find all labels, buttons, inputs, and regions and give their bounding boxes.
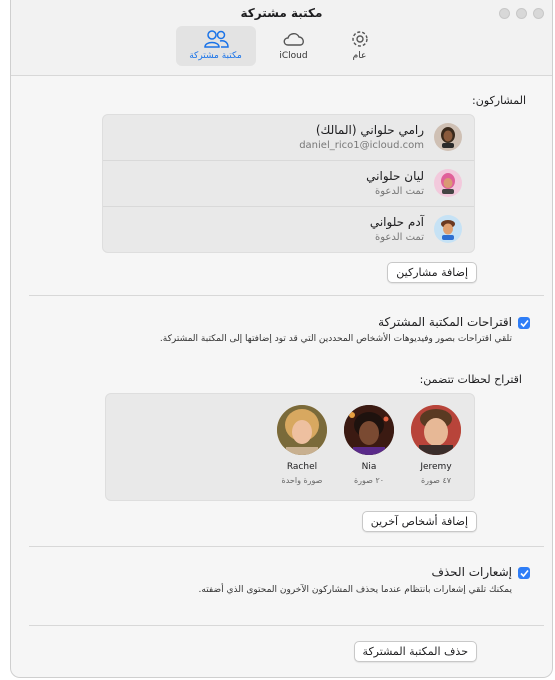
suggestions-description: تلقي اقتراحات بصور وفيديوهات الأشخاص الم…	[159, 334, 512, 344]
participants-list: رامي حلواني (المالك) daniel_rico1@icloud…	[102, 114, 475, 253]
participant-row[interactable]: آدم حلواني تمت الدعوة	[103, 207, 474, 252]
person-photo-count: ٤٧ صورة	[420, 476, 452, 485]
suggestions-label: اقتراحات المكتبة المشتركة	[378, 315, 512, 329]
shared-library-pane: المشاركون: رامي حلواني (المالك) daniel_r…	[11, 76, 552, 677]
tab-label: iCloud	[279, 51, 308, 61]
settings-window: مكتبة مشتركة مكتبة مشتركة iCloud عام الم…	[10, 0, 553, 678]
suggestions-checkbox[interactable]	[518, 317, 530, 329]
toolbar-tabs: مكتبة مشتركة iCloud عام	[11, 26, 552, 66]
window-controls	[499, 8, 544, 19]
title-bar: مكتبة مشتركة مكتبة مشتركة iCloud عام	[11, 0, 552, 76]
deletion-notifications-checkbox[interactable]	[518, 567, 530, 579]
avatar	[434, 123, 462, 151]
deletion-notifications-label: إشعارات الحذف	[431, 565, 512, 579]
person-photo	[411, 405, 461, 455]
person-photo-jeremy[interactable]	[411, 405, 461, 455]
person-photo-rachel[interactable]	[277, 405, 327, 455]
add-participants-button[interactable]: إضافة مشاركين	[387, 262, 477, 283]
person-name: Jeremy	[420, 462, 452, 472]
person-photo-count: صورة واحدة	[281, 476, 323, 485]
cloud-icon	[283, 33, 304, 46]
participant-row[interactable]: ليان حلواني تمت الدعوة	[103, 161, 474, 207]
divider	[29, 546, 544, 547]
memoji-avatar-icon	[441, 173, 455, 194]
checkmark-icon	[519, 569, 529, 577]
memoji-avatar-icon	[441, 127, 455, 148]
moments-heading: اقتراح لحظات تتضمن:	[419, 373, 522, 386]
gear-icon	[351, 31, 368, 47]
people-icon	[203, 30, 229, 48]
participant-status: تمت الدعوة	[374, 186, 424, 197]
divider	[29, 625, 544, 626]
add-people-button[interactable]: إضافة أشخاص آخرين	[361, 511, 477, 532]
person-photo	[277, 405, 327, 455]
person-photo-nia[interactable]	[344, 405, 394, 455]
suggested-people-panel: Jeremy ٤٧ صورة Nia ٢٠ صورة Rachel صورة و…	[105, 393, 475, 501]
person-photo	[344, 405, 394, 455]
participant-name: آدم حلواني	[369, 215, 424, 229]
person-name: Rachel	[286, 462, 318, 472]
participants-heading: المشاركون:	[472, 94, 526, 107]
participant-email: daniel_rico1@icloud.com	[299, 140, 424, 151]
avatar	[434, 169, 462, 197]
participant-status: تمت الدعوة	[374, 232, 424, 243]
deletion-description: يمكنك تلقي إشعارات بانتظام عندما يحذف ال…	[198, 585, 512, 595]
avatar	[434, 215, 462, 243]
divider	[29, 295, 544, 296]
window-control-button[interactable]	[499, 8, 510, 19]
window-title: مكتبة مشتركة	[240, 6, 323, 20]
person-name: Nia	[361, 462, 377, 472]
tab-shared-library[interactable]: مكتبة مشتركة	[175, 26, 256, 66]
participant-name: ليان حلواني	[366, 169, 424, 183]
window-control-button[interactable]	[516, 8, 527, 19]
window-control-button[interactable]	[533, 8, 544, 19]
participant-row[interactable]: رامي حلواني (المالك) daniel_rico1@icloud…	[103, 115, 474, 161]
memoji-avatar-icon	[441, 220, 455, 240]
person-photo-count: ٢٠ صورة	[353, 476, 385, 485]
participant-name: رامي حلواني (المالك)	[315, 123, 424, 137]
delete-shared-library-button[interactable]: حذف المكتبة المشتركة	[353, 641, 477, 662]
tab-icloud[interactable]: iCloud	[266, 26, 322, 66]
tab-general[interactable]: عام	[332, 26, 388, 66]
tab-label: عام	[352, 51, 367, 61]
tab-label: مكتبة مشتركة	[189, 51, 242, 61]
checkmark-icon	[519, 319, 529, 327]
